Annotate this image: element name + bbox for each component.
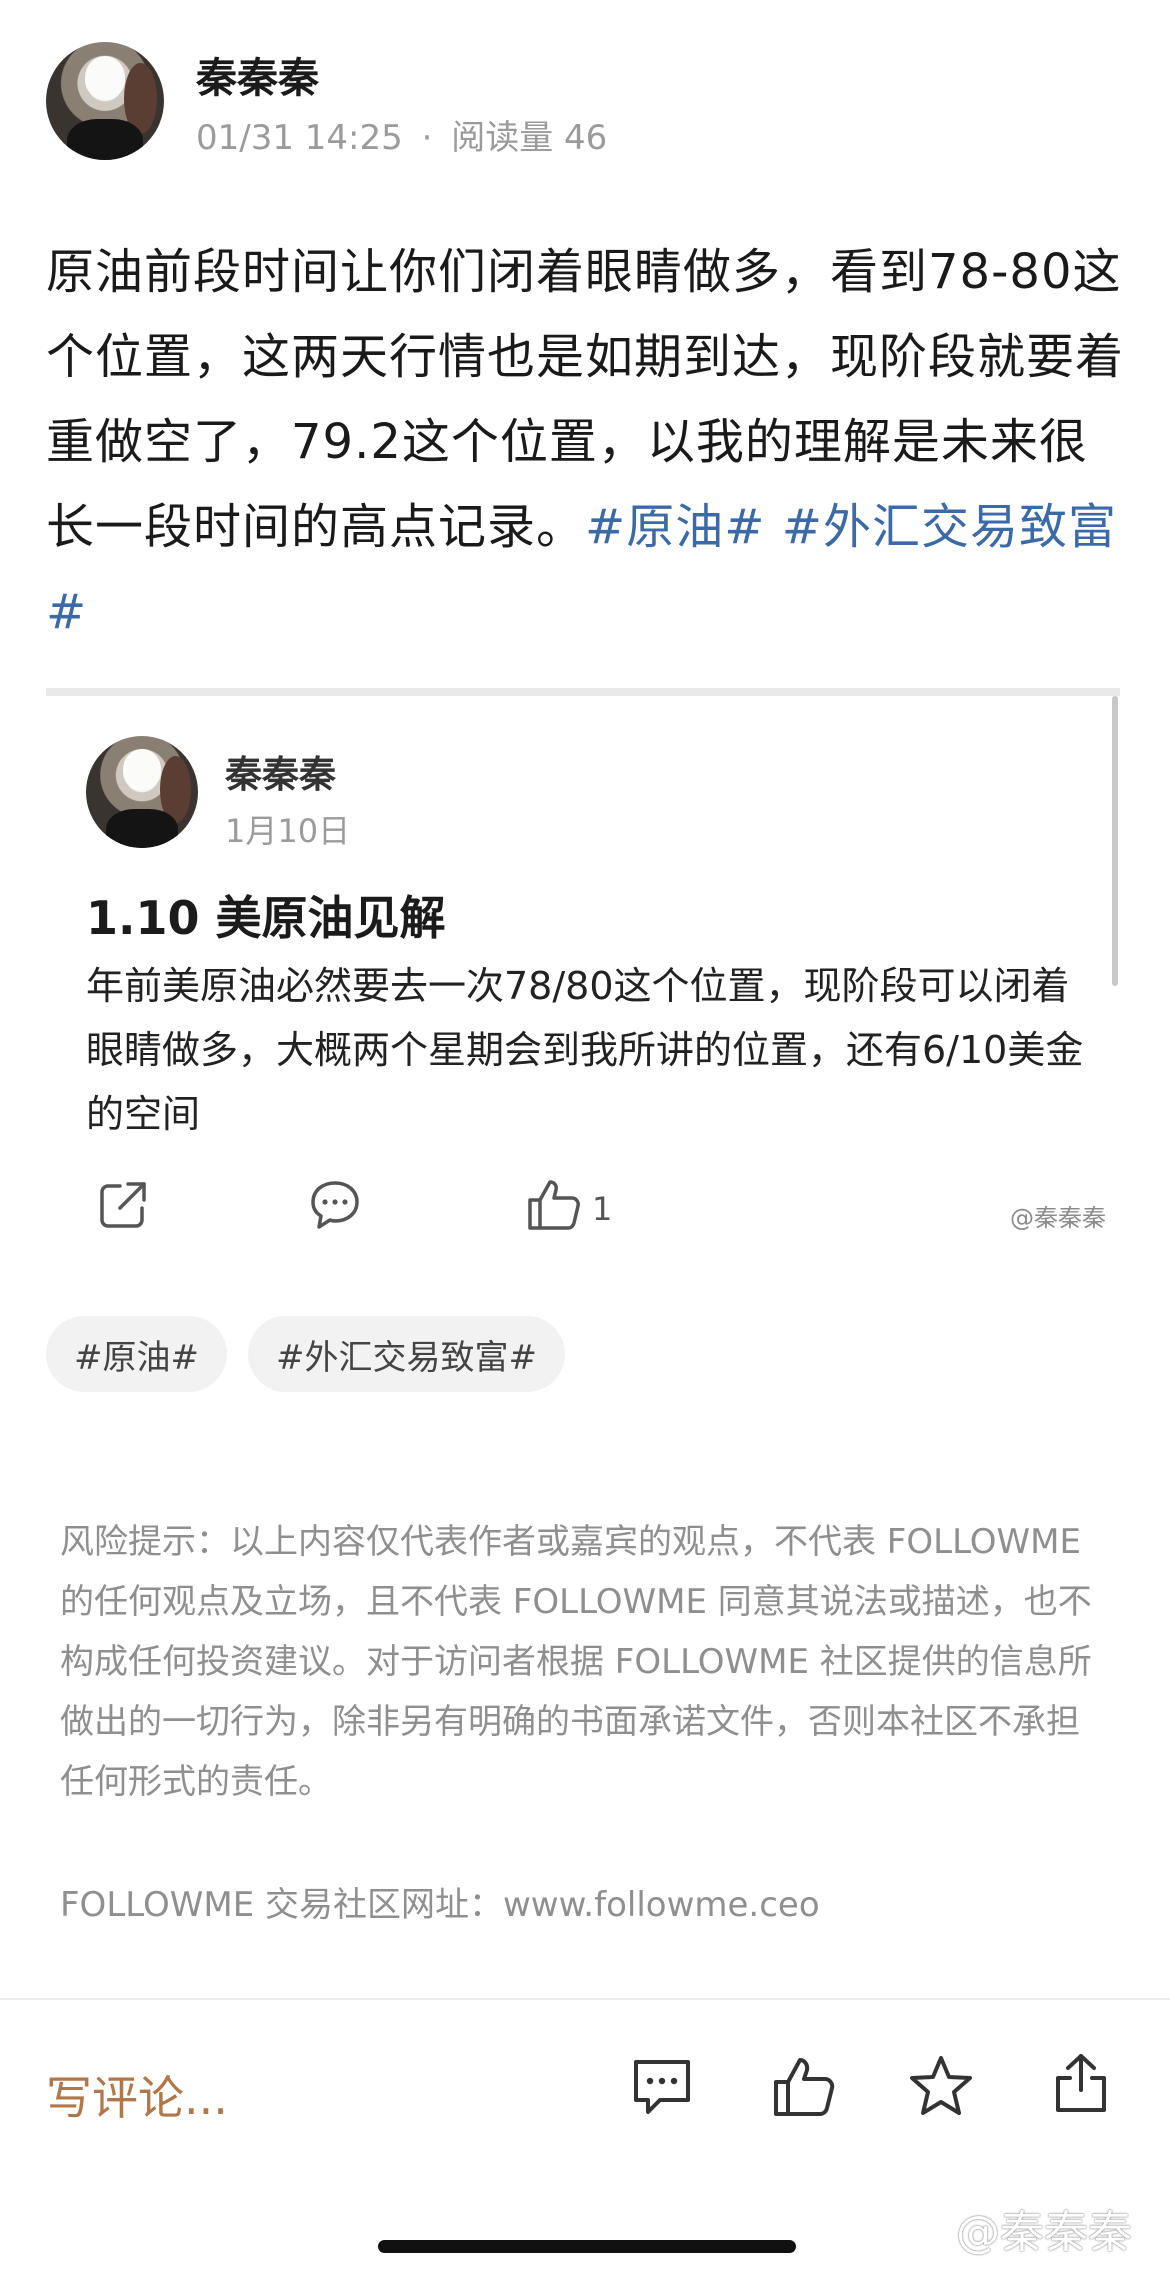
quoted-date: 1月10日 xyxy=(225,812,351,850)
favorite-star-icon[interactable] xyxy=(908,2054,974,2122)
share-icon xyxy=(96,1178,150,1240)
like-icon xyxy=(526,1178,582,1240)
like-icon[interactable] xyxy=(772,2056,836,2122)
quoted-share-button[interactable] xyxy=(96,1178,150,1240)
topic-chip-crude-oil[interactable]: #原油# xyxy=(46,1316,227,1392)
meta-separator: · xyxy=(421,118,433,158)
quoted-author-name[interactable]: 秦秦秦 xyxy=(225,744,336,798)
comment-input[interactable]: 写评论... xyxy=(46,2062,228,2128)
quoted-comment-button[interactable] xyxy=(308,1178,362,1240)
topic-chip-forex[interactable]: #外汇交易致富# xyxy=(248,1316,565,1392)
card-scrollbar[interactable] xyxy=(1112,696,1118,986)
weibo-watermark: @秦秦秦 xyxy=(956,2207,1132,2258)
post-body: 原油前段时间让你们闭着眼睛做多，看到78-80这个位置，这两天行情也是如期到达，… xyxy=(46,230,1136,655)
site-address: FOLLOWME 交易社区网址：www.followme.ceo xyxy=(60,1885,820,1925)
post-date: 01/31 14:25 xyxy=(196,118,403,158)
comment-icon xyxy=(308,1178,362,1240)
card-watermark: @秦秦秦 xyxy=(1010,1204,1106,1232)
inline-tag-crude-oil[interactable]: #原油# xyxy=(585,499,765,555)
quoted-title: 1.10 美原油见解 xyxy=(86,891,446,945)
like-count: 1 xyxy=(592,1190,613,1228)
read-count: 阅读量 46 xyxy=(451,118,608,158)
quoted-body: 年前美原油必然要去一次78/80这个位置，现阶段可以闭着眼睛做多，大概两个星期会… xyxy=(86,964,1084,1136)
comment-icon[interactable] xyxy=(630,2056,694,2122)
bottom-bar-divider xyxy=(0,1998,1170,2000)
author-avatar[interactable] xyxy=(46,42,164,160)
quoted-like-button[interactable]: 1 xyxy=(526,1178,612,1240)
home-indicator[interactable] xyxy=(378,2240,796,2253)
author-name[interactable]: 秦秦秦 xyxy=(196,44,319,104)
risk-disclaimer: 风险提示：以上内容仅代表作者或嘉宾的观点，不代表 FOLLOWME 的任何观点及… xyxy=(60,1522,1092,1802)
post-meta: 01/31 14:25 · 阅读量 46 xyxy=(196,110,607,159)
quoted-author-avatar[interactable] xyxy=(86,736,198,848)
share-icon[interactable] xyxy=(1050,2050,1112,2120)
